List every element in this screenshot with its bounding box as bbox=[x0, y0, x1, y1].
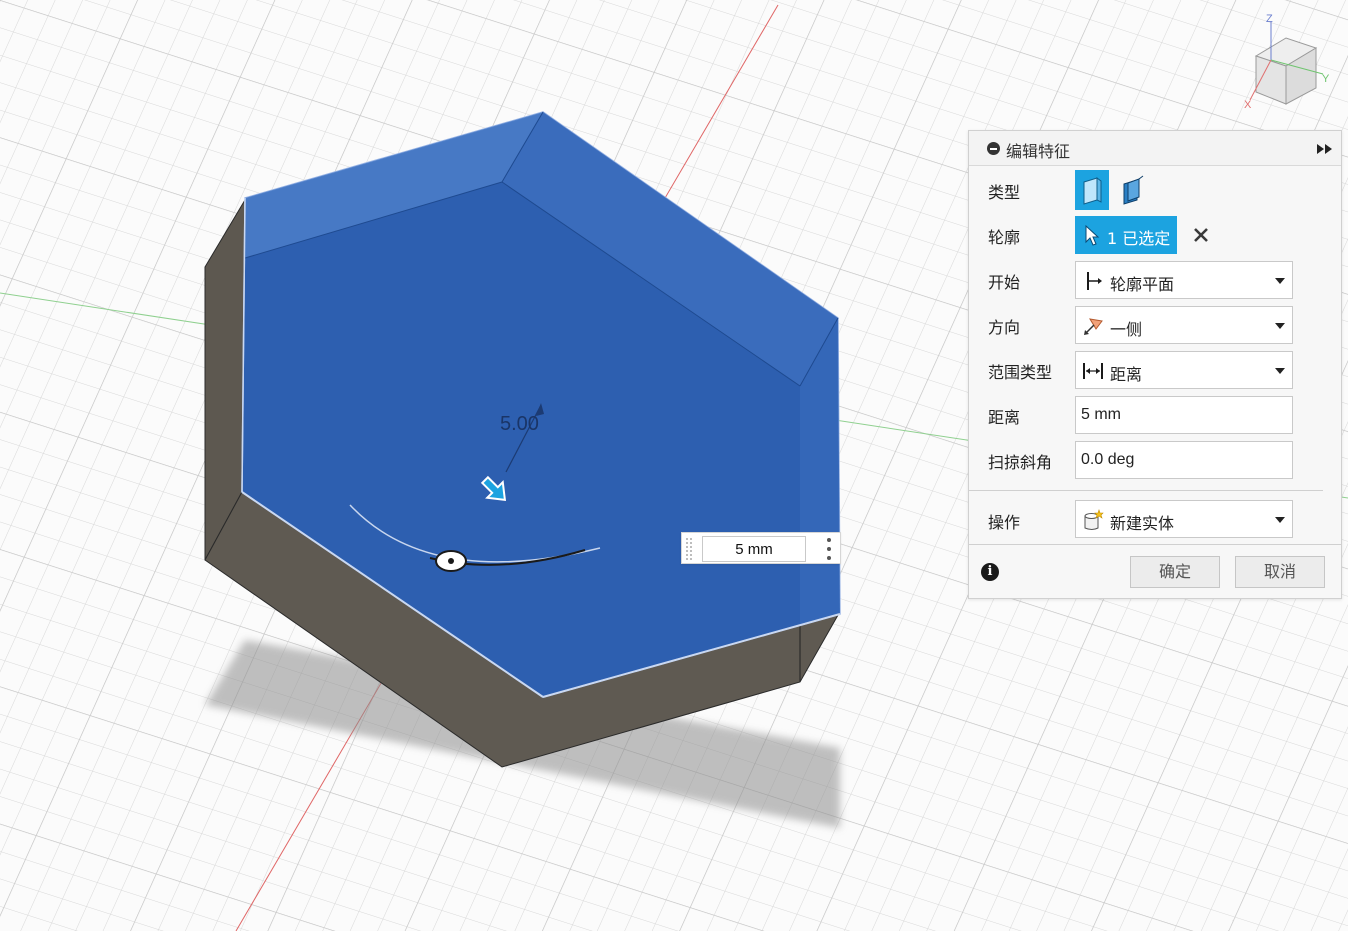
profile-plane-icon bbox=[1087, 272, 1102, 290]
distance-input[interactable] bbox=[1075, 396, 1293, 434]
expand-panel-icon[interactable] bbox=[1317, 144, 1333, 154]
viewcube-y-label: Y bbox=[1322, 73, 1330, 85]
cursor-arrow-icon bbox=[1085, 225, 1100, 246]
drag-grip-icon[interactable] bbox=[685, 537, 693, 561]
start-dropdown[interactable]: 轮廓平面 bbox=[1075, 261, 1293, 299]
info-icon[interactable]: i bbox=[981, 563, 999, 581]
profile-selection-button[interactable]: 1 已选定 bbox=[1075, 216, 1177, 254]
start-value: 轮廓平面 bbox=[1110, 275, 1175, 294]
footer-divider bbox=[969, 544, 1341, 545]
type-label: 类型 bbox=[988, 183, 1021, 202]
distance-label: 距离 bbox=[988, 408, 1021, 427]
edit-feature-panel: 编辑特征 类型 轮廓 1 已选定 开始 轮廓平面 方向 一侧 范围类型 距离 距… bbox=[968, 130, 1342, 599]
chevron-down-icon bbox=[1275, 323, 1285, 329]
chevron-down-icon bbox=[1275, 517, 1285, 523]
viewcube-x-label: X bbox=[1244, 99, 1252, 111]
operation-dropdown[interactable]: 新建实体 bbox=[1075, 500, 1293, 538]
clear-selection-icon[interactable] bbox=[1193, 227, 1209, 243]
inline-distance-input-box[interactable] bbox=[681, 532, 841, 564]
direction-label: 方向 bbox=[988, 318, 1021, 337]
extent-type-dropdown[interactable]: 距离 bbox=[1075, 351, 1293, 389]
taper-angle-handle-icon[interactable] bbox=[435, 550, 467, 572]
inline-distance-input[interactable] bbox=[702, 536, 806, 562]
operation-value: 新建实体 bbox=[1110, 514, 1175, 533]
extent-type-value: 距离 bbox=[1110, 365, 1143, 384]
viewcube[interactable]: Z Y X bbox=[1238, 8, 1338, 112]
extrude-thin-icon bbox=[1123, 175, 1144, 205]
profile-label: 轮廓 bbox=[988, 228, 1021, 247]
profile-selection-count: 1 已选定 bbox=[1107, 229, 1171, 248]
extrude-solid-icon bbox=[1083, 177, 1102, 205]
chevron-down-icon bbox=[1275, 278, 1285, 284]
cancel-button[interactable]: 取消 bbox=[1235, 556, 1325, 588]
direction-dropdown[interactable]: 一侧 bbox=[1075, 306, 1293, 344]
extent-type-label: 范围类型 bbox=[988, 363, 1053, 382]
dimension-label: 5.00 bbox=[500, 413, 539, 435]
type-extrude-solid-button[interactable] bbox=[1075, 170, 1109, 210]
chevron-down-icon bbox=[1275, 368, 1285, 374]
distance-extent-icon bbox=[1083, 363, 1103, 379]
direction-value: 一侧 bbox=[1110, 320, 1143, 339]
section-divider bbox=[969, 490, 1323, 491]
panel-header[interactable]: 编辑特征 bbox=[969, 131, 1341, 166]
collapse-panel-icon[interactable] bbox=[987, 142, 1000, 155]
one-side-direction-icon bbox=[1084, 318, 1103, 335]
taper-angle-label: 扫掠斜角 bbox=[988, 453, 1053, 472]
panel-title: 编辑特征 bbox=[1006, 142, 1071, 161]
type-extrude-thin-button[interactable] bbox=[1115, 170, 1149, 210]
more-options-icon[interactable] bbox=[826, 538, 832, 560]
viewcube-z-label: Z bbox=[1266, 13, 1273, 25]
operation-label: 操作 bbox=[988, 513, 1021, 532]
new-body-icon bbox=[1084, 509, 1104, 530]
start-label: 开始 bbox=[988, 273, 1021, 292]
ok-button[interactable]: 确定 bbox=[1130, 556, 1220, 588]
taper-angle-input[interactable] bbox=[1075, 441, 1293, 479]
